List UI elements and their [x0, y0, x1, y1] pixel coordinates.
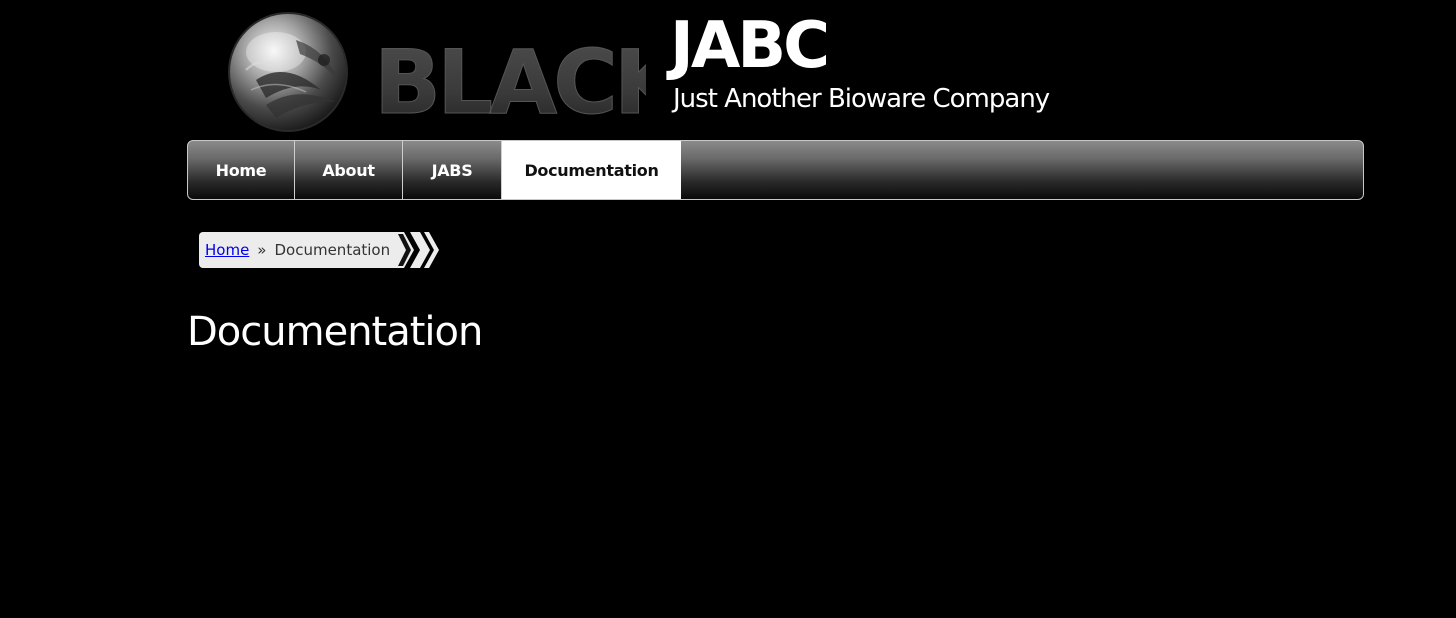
breadcrumb-trail: Home » Documentation: [199, 232, 397, 268]
breadcrumb: Home » Documentation: [199, 232, 440, 268]
site-logo[interactable]: BLACK: [226, 10, 646, 134]
breadcrumb-current: Documentation: [274, 241, 391, 259]
nav-item-jabs[interactable]: JABS: [403, 141, 502, 199]
nav-item-home[interactable]: Home: [188, 141, 295, 199]
site-title[interactable]: JABC: [670, 4, 830, 88]
logo-wordmark: BLACK: [374, 31, 646, 134]
breadcrumb-home-link[interactable]: Home: [205, 241, 249, 259]
page-title: Documentation: [187, 309, 483, 355]
nav-item-documentation[interactable]: Documentation: [502, 141, 681, 199]
breadcrumb-separator: »: [257, 241, 267, 259]
site-tagline: Just Another Bioware Company: [673, 84, 1050, 114]
nav-item-about[interactable]: About: [295, 141, 403, 199]
chevron-right-icon: [396, 232, 440, 268]
site-header: BLACK JABC Just Another Bioware Company: [0, 0, 1456, 140]
main-navigation: Home About JABS Documentation: [187, 140, 1364, 200]
orb-logo-icon: BLACK: [228, 12, 646, 134]
